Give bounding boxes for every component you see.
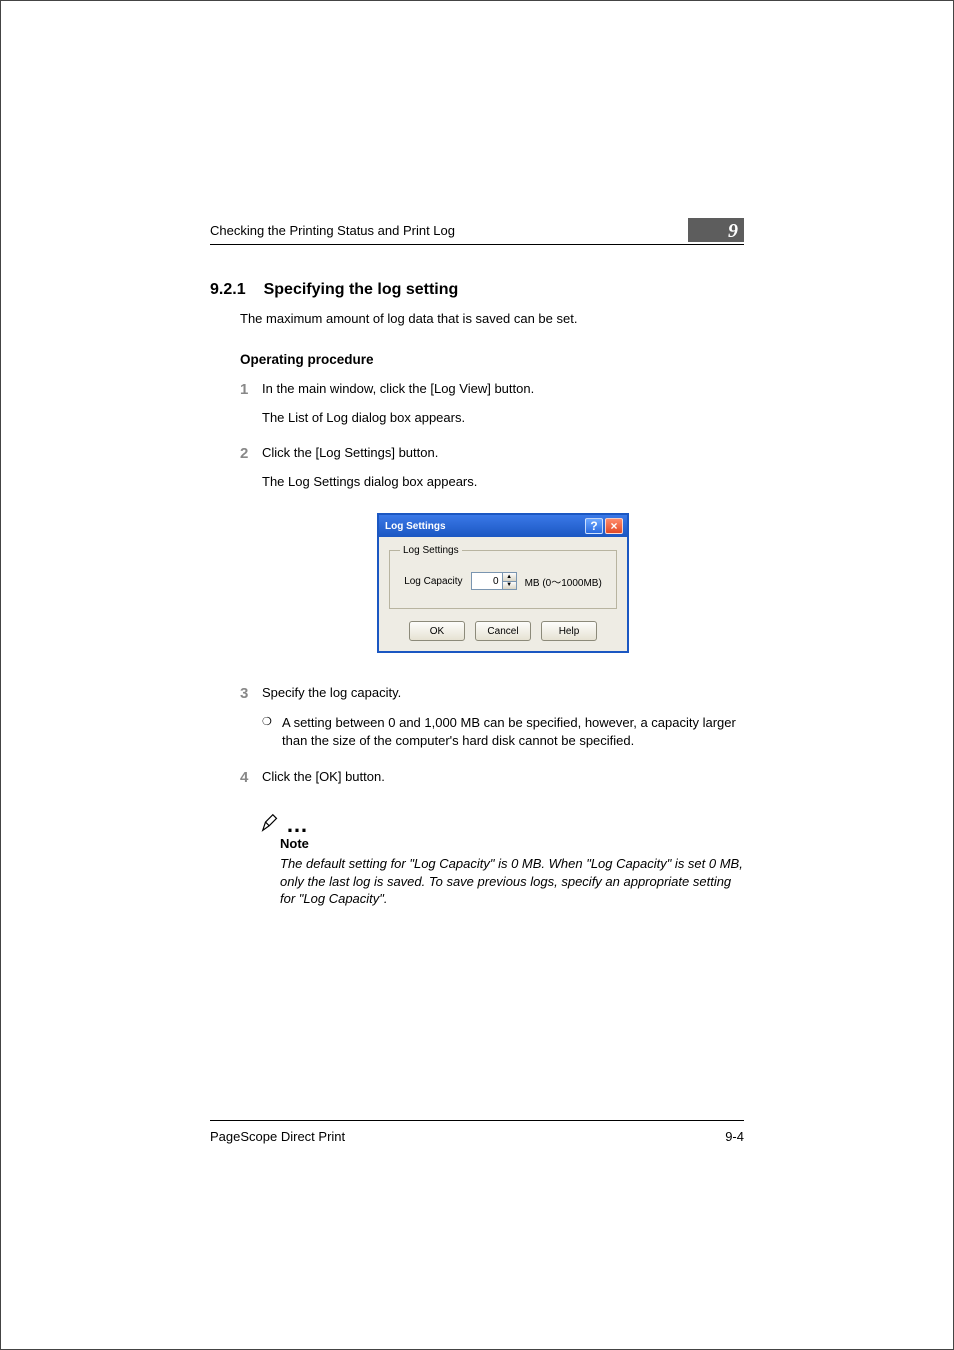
step-2-text: Click the [Log Settings] button. [262, 445, 438, 460]
step-2: Click the [Log Settings] button. The Log… [240, 445, 744, 653]
note-dots-icon: … [286, 814, 309, 836]
footer-product: PageScope Direct Print [210, 1129, 345, 1144]
note-text: The default setting for "Log Capacity" i… [280, 855, 744, 908]
step-4-text: Click the [OK] button. [262, 769, 385, 784]
operating-procedure-heading: Operating procedure [240, 352, 744, 367]
header-rule [210, 244, 744, 245]
log-settings-dialog: Log Settings ? × Log Settings Log Capaci… [377, 513, 629, 653]
spinner-down-button[interactable]: ▼ [503, 581, 516, 590]
dialog-body: Log Settings Log Capacity ▲ ▼ [379, 537, 627, 651]
footer-page-number: 9-4 [725, 1129, 744, 1144]
help-button[interactable]: Help [541, 621, 597, 641]
capacity-row: Log Capacity ▲ ▼ MB (0～1000MB) [400, 572, 606, 590]
section-title: Specifying the log setting [264, 281, 459, 299]
section-heading: 9.2.1 Specifying the log setting [210, 281, 744, 299]
step-3: Specify the log capacity. A setting betw… [240, 685, 744, 749]
step-2-result: The Log Settings dialog box appears. [262, 474, 744, 489]
pen-icon [260, 812, 282, 834]
step-1: In the main window, click the [Log View]… [240, 381, 744, 425]
footer-rule [210, 1120, 744, 1121]
running-header: Checking the Printing Status and Print L… [210, 218, 744, 242]
page: Checking the Printing Status and Print L… [0, 0, 954, 1350]
log-settings-group: Log Settings Log Capacity ▲ ▼ [389, 545, 617, 609]
step-3-text: Specify the log capacity. [262, 685, 401, 700]
page-footer: PageScope Direct Print 9-4 [210, 1120, 744, 1144]
section-number: 9.2.1 [210, 281, 246, 299]
section-intro: The maximum amount of log data that is s… [240, 311, 744, 326]
running-header-title: Checking the Printing Status and Print L… [210, 223, 676, 238]
capacity-unit: MB (0～1000MB) [525, 574, 602, 589]
dialog-title: Log Settings [385, 521, 446, 532]
step-1-text: In the main window, click the [Log View]… [262, 381, 534, 396]
spinner-up-button[interactable]: ▲ [503, 573, 516, 581]
steps-list: In the main window, click the [Log View]… [240, 381, 744, 784]
dialog-screenshot: Log Settings ? × Log Settings Log Capaci… [262, 513, 744, 653]
group-legend: Log Settings [400, 545, 462, 556]
step-4: Click the [OK] button. [240, 769, 744, 784]
step-3-bullet: A setting between 0 and 1,000 MB can be … [262, 714, 744, 749]
capacity-spinner[interactable]: ▲ ▼ [471, 572, 517, 590]
capacity-label: Log Capacity [404, 576, 462, 587]
titlebar-close-button[interactable]: × [605, 518, 623, 534]
note-block: … Note The default setting for "Log Capa… [260, 812, 744, 908]
ok-button[interactable]: OK [409, 621, 465, 641]
titlebar-help-button[interactable]: ? [585, 518, 603, 534]
dialog-button-row: OK Cancel Help [389, 621, 617, 641]
capacity-input[interactable] [472, 573, 502, 589]
spinner-buttons: ▲ ▼ [502, 573, 516, 589]
note-label: Note [280, 836, 744, 851]
note-icon-row: … [260, 812, 744, 834]
content-area: 9.2.1 Specifying the log setting The max… [210, 281, 744, 908]
dialog-titlebar: Log Settings ? × [379, 515, 627, 537]
step-1-result: The List of Log dialog box appears. [262, 410, 744, 425]
chapter-badge: 9 [688, 218, 744, 242]
cancel-button[interactable]: Cancel [475, 621, 531, 641]
